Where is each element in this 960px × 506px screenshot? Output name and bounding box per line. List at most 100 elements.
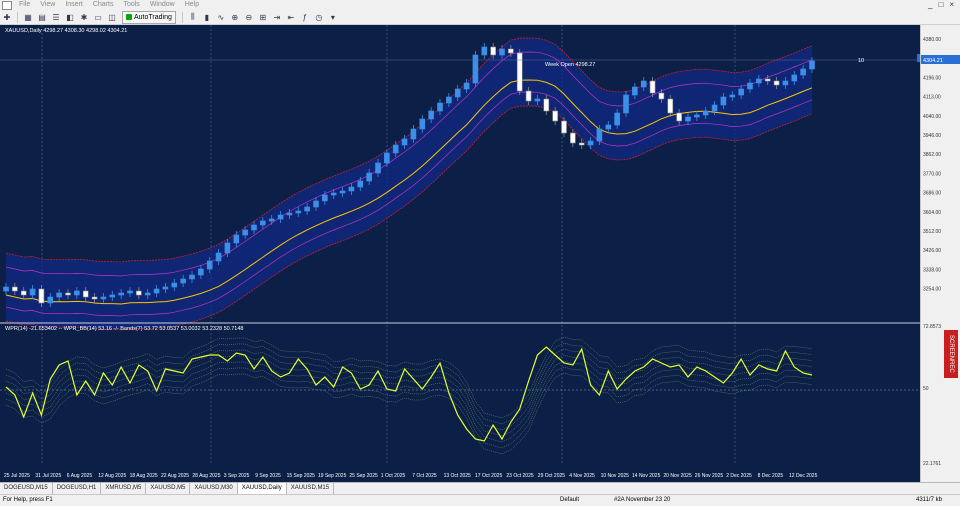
autotrading-label: AutoTrading bbox=[134, 13, 172, 21]
zoom-in-icon[interactable]: ⊕ bbox=[229, 12, 241, 23]
price-tick: 3946.00 bbox=[923, 133, 941, 139]
chart-window[interactable]: Week Open 4298.27 10 XAUUSD,Daily 4298.2… bbox=[0, 25, 920, 482]
candle bbox=[525, 90, 532, 102]
candle bbox=[516, 52, 523, 92]
data-window-icon[interactable]: ◧ bbox=[64, 12, 76, 23]
line-chart-icon[interactable]: ∿ bbox=[215, 12, 227, 23]
profiles-icon[interactable]: ▤ bbox=[36, 12, 48, 23]
candle bbox=[472, 54, 479, 84]
date-label: 2 Dec 2025 bbox=[726, 473, 752, 479]
new-order-icon[interactable]: ✚ bbox=[1, 12, 13, 23]
candle bbox=[268, 218, 275, 222]
candle bbox=[171, 282, 178, 288]
tab-xauusd-m30[interactable]: XAUUSD,M30 bbox=[190, 483, 238, 494]
candle bbox=[82, 290, 89, 298]
menu-view[interactable]: View bbox=[35, 0, 60, 10]
candle bbox=[782, 80, 789, 86]
candle bbox=[277, 214, 284, 220]
toolbar: ✚ ▦ ▤ ☰ ◧ ✱ ▭ ◫ AutoTrading ⫼ ▮ ∿ ⊕ ⊖ ⊞ … bbox=[0, 10, 960, 25]
tab-xmrusd-m5[interactable]: XMRUSD,M5 bbox=[101, 483, 147, 494]
chart-shift-icon[interactable]: ⇤ bbox=[285, 12, 297, 23]
candle bbox=[570, 132, 576, 144]
date-label: 13 Oct 2025 bbox=[444, 473, 471, 479]
price-tick: 4196.00 bbox=[923, 75, 941, 81]
candle bbox=[809, 60, 815, 70]
candle bbox=[437, 102, 443, 112]
date-label: 31 Jul 2025 bbox=[35, 473, 61, 479]
tab-xauusd-m5[interactable]: XAUUSD,M5 bbox=[146, 483, 191, 494]
menu-help[interactable]: Help bbox=[180, 0, 204, 10]
candle bbox=[499, 48, 505, 56]
candle bbox=[658, 92, 665, 100]
price-axis: 4380.004290.004196.004113.004040.003946.… bbox=[921, 37, 960, 467]
strategy-tester-icon[interactable]: ◫ bbox=[106, 12, 118, 23]
navigator-icon[interactable]: ✱ bbox=[78, 12, 90, 23]
periods-icon[interactable]: ◷ bbox=[313, 12, 325, 23]
candle bbox=[702, 110, 709, 116]
candle bbox=[330, 192, 337, 196]
chart-tabs: DOGEUSD,M15 DOGEUSD,H1 XMRUSD,M5 XAUUSD,… bbox=[0, 482, 960, 494]
candle bbox=[313, 200, 319, 208]
bar-chart-icon[interactable]: ⫼ bbox=[187, 12, 199, 23]
candlestick-icon[interactable]: ▮ bbox=[201, 12, 213, 23]
indicator-tick: 72.8573 bbox=[923, 324, 941, 330]
autotrading-button[interactable]: AutoTrading bbox=[122, 10, 176, 24]
chart-title: XAUUSD,Daily 4298.27 4308.30 4298.02 430… bbox=[5, 28, 127, 34]
screenrec-badge[interactable]: SCREENREC bbox=[944, 330, 958, 378]
menu-bar: File View Insert Charts Tools Window Hel… bbox=[0, 0, 960, 10]
autoscroll-icon[interactable]: ⇥ bbox=[271, 12, 283, 23]
price-tick: 4113.00 bbox=[923, 95, 941, 101]
menu-charts[interactable]: Charts bbox=[88, 0, 119, 10]
date-label: 19 Sep 2025 bbox=[318, 473, 347, 479]
candle bbox=[587, 140, 594, 146]
candle bbox=[764, 78, 771, 82]
candle bbox=[47, 296, 54, 304]
menu-insert[interactable]: Insert bbox=[60, 0, 88, 10]
templates-icon[interactable]: ▾ bbox=[327, 12, 339, 23]
candle bbox=[463, 82, 470, 90]
date-label: 22 Aug 2025 bbox=[161, 473, 189, 479]
price-tick: 3254.00 bbox=[923, 287, 941, 293]
candle bbox=[162, 286, 169, 290]
tab-dogeusd-h1[interactable]: DOGEUSD,H1 bbox=[53, 483, 102, 494]
candle bbox=[481, 46, 488, 56]
wpr-band bbox=[5, 342, 813, 425]
market-watch-icon[interactable]: ☰ bbox=[50, 12, 62, 23]
tab-xauusd-m15[interactable]: XAUUSD,M15 bbox=[287, 483, 335, 494]
candle bbox=[180, 278, 186, 284]
candle bbox=[676, 112, 682, 122]
week-open-label: Week Open 4298.27 bbox=[545, 62, 595, 68]
candle bbox=[109, 294, 116, 298]
candle bbox=[508, 48, 514, 54]
restore-button[interactable]: □ bbox=[938, 0, 943, 10]
price-tick: 3426.00 bbox=[923, 248, 941, 254]
tab-xauusd-daily[interactable]: XAUUSD,Daily bbox=[237, 483, 287, 494]
minimize-button[interactable]: _ bbox=[928, 0, 932, 10]
indicator-title: WPR(14) -21.653402 -- WPR_BB(14) 53.16 -… bbox=[5, 326, 243, 332]
indicators-icon[interactable]: ƒ bbox=[299, 12, 311, 23]
candle bbox=[198, 268, 204, 276]
candle bbox=[534, 98, 541, 102]
candle bbox=[578, 142, 585, 146]
candle bbox=[366, 172, 372, 182]
candle bbox=[304, 206, 310, 212]
new-chart-icon[interactable]: ▦ bbox=[22, 12, 34, 23]
menu-file[interactable]: File bbox=[14, 0, 35, 10]
candle bbox=[100, 296, 107, 300]
date-label: 4 Nov 2025 bbox=[569, 473, 595, 479]
zoom-out-icon[interactable]: ⊖ bbox=[243, 12, 255, 23]
status-help: For Help, press F1 bbox=[3, 497, 53, 503]
tab-dogeusd-m15[interactable]: DOGEUSD,M15 bbox=[0, 483, 53, 494]
terminal-icon[interactable]: ▭ bbox=[92, 12, 104, 23]
wpr-band bbox=[5, 372, 813, 455]
tile-windows-icon[interactable]: ⊞ bbox=[257, 12, 269, 23]
close-button[interactable]: × bbox=[949, 0, 954, 10]
candle bbox=[20, 290, 27, 296]
date-label: 14 Nov 2025 bbox=[632, 473, 661, 479]
chart-canvas[interactable]: Week Open 4298.27 10 XAUUSD,Daily 4298.2… bbox=[0, 25, 920, 482]
menu-window[interactable]: Window bbox=[145, 0, 180, 10]
menu-tools[interactable]: Tools bbox=[118, 0, 144, 10]
date-label: 25 Jul 2025 bbox=[4, 473, 30, 479]
wpr-band bbox=[5, 354, 813, 437]
price-tick: 3512.00 bbox=[923, 229, 941, 235]
